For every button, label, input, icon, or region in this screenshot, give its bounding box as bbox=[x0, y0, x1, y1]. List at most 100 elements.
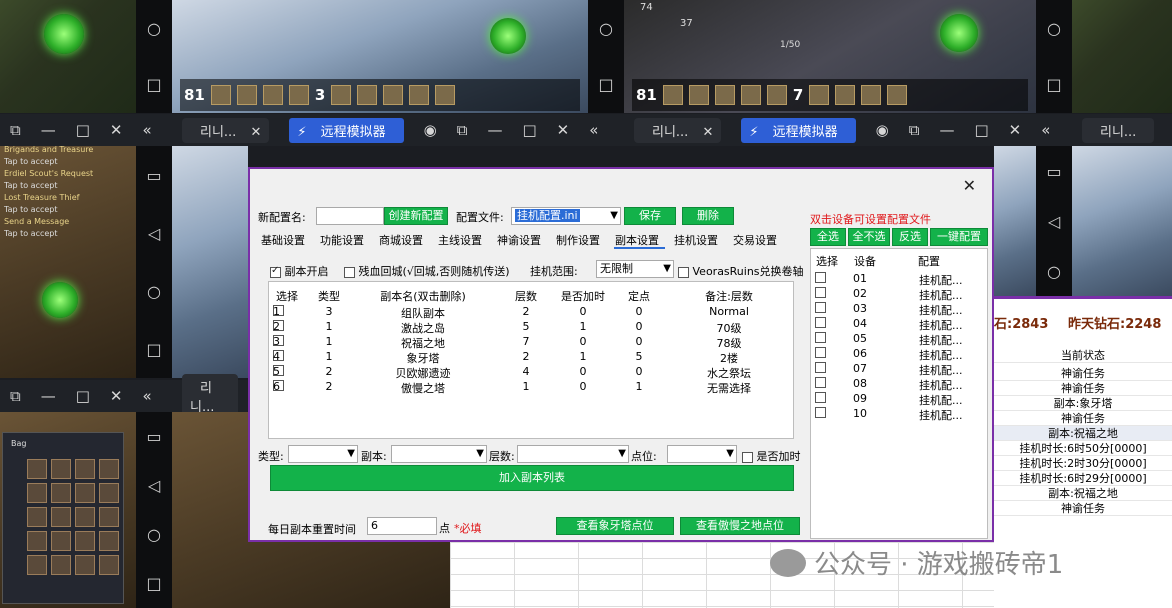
device-row[interactable]: 01 挂机配... bbox=[811, 272, 987, 287]
close-icon[interactable]: ✕ bbox=[557, 121, 570, 139]
device-checkbox[interactable] bbox=[815, 302, 826, 313]
reset-time-input[interactable]: 6 bbox=[367, 517, 437, 535]
device-row[interactable]: 06 挂机配... bbox=[811, 347, 987, 362]
view-ivory-tower-button[interactable]: 查看象牙塔点位 bbox=[556, 517, 674, 535]
user-icon[interactable]: ◉ bbox=[424, 121, 437, 139]
close-icon[interactable]: ✕ bbox=[110, 121, 123, 139]
table-row[interactable]: 5 2 贝欧娜遗迹 4 0 0 水之祭坛 bbox=[269, 365, 793, 380]
minimize-icon[interactable]: — bbox=[41, 387, 56, 405]
tab-basic[interactable]: 基础设置 bbox=[260, 233, 311, 249]
veoras-option[interactable]: VeorasRuins兑换卷轴 bbox=[678, 263, 804, 279]
device-checkbox[interactable] bbox=[815, 347, 826, 358]
remote-emulator-button[interactable]: ⚡ 远程模拟器 bbox=[741, 117, 856, 143]
device-checkbox[interactable] bbox=[815, 287, 826, 298]
device-row[interactable]: 09 挂机配... bbox=[811, 392, 987, 407]
row-type: 3 bbox=[325, 305, 333, 318]
device-config: 挂机配... bbox=[919, 274, 963, 287]
tab-shop[interactable]: 商城设置 bbox=[378, 233, 429, 249]
add-dungeon-button[interactable]: 加入副本列表 bbox=[270, 465, 794, 491]
device-checkbox[interactable] bbox=[815, 362, 826, 373]
remote-emulator-button[interactable]: ⚡ 远程模拟器 bbox=[289, 117, 404, 143]
low-hp-checkbox[interactable] bbox=[344, 266, 355, 278]
table-row[interactable]: 2 1 激战之岛 5 1 0 70级 bbox=[269, 320, 793, 335]
dungeon-filter-select[interactable]: ▼ bbox=[391, 445, 487, 463]
device-row[interactable]: 07 挂机配... bbox=[811, 362, 987, 377]
tab-trade[interactable]: 交易设置 bbox=[732, 233, 783, 249]
floors-filter-select[interactable]: ▼ bbox=[517, 445, 629, 463]
minimize-icon[interactable]: — bbox=[939, 121, 954, 139]
collapse-icon[interactable]: « bbox=[589, 121, 598, 139]
dungeon-enabled-checkbox[interactable] bbox=[270, 265, 281, 278]
veoras-checkbox[interactable] bbox=[678, 266, 689, 278]
device-row[interactable]: 10 挂机配... bbox=[811, 407, 987, 422]
one-click-config-button[interactable]: 一键配置 bbox=[930, 228, 988, 246]
table-row[interactable]: 1 3 组队副本 2 0 0 Normal bbox=[269, 305, 793, 320]
pin-icon[interactable]: ⧉ bbox=[457, 121, 468, 139]
app-tab[interactable]: 리니... ✕ bbox=[182, 117, 270, 143]
app-tab[interactable]: 리니... bbox=[1082, 117, 1155, 143]
device-checkbox[interactable] bbox=[815, 332, 826, 343]
hud-bar: 81 3 bbox=[180, 79, 580, 111]
save-button[interactable]: 保存 bbox=[624, 207, 676, 225]
collapse-icon[interactable]: « bbox=[142, 121, 151, 139]
device-row[interactable]: 02 挂机配... bbox=[811, 287, 987, 302]
maximize-icon[interactable]: □ bbox=[76, 121, 90, 139]
device-row[interactable]: 03 挂机配... bbox=[811, 302, 987, 317]
app-tab[interactable]: 리니... ✕ bbox=[634, 117, 722, 143]
delete-button[interactable]: 删除 bbox=[682, 207, 734, 225]
close-icon[interactable]: ✕ bbox=[1009, 121, 1022, 139]
close-icon[interactable]: ✕ bbox=[963, 176, 976, 195]
tab-idle[interactable]: 挂机设置 bbox=[673, 233, 724, 249]
quest-line: Tap to accept bbox=[4, 157, 58, 166]
close-icon[interactable]: ✕ bbox=[110, 387, 123, 405]
device-checkbox[interactable] bbox=[815, 407, 826, 418]
user-icon[interactable]: ◉ bbox=[876, 121, 889, 139]
row-point: 0 bbox=[635, 305, 643, 318]
pin-icon[interactable]: ⧉ bbox=[10, 387, 21, 405]
table-row[interactable]: 6 2 傲慢之塔 1 0 1 无需选择 bbox=[269, 380, 793, 395]
tab-oracle[interactable]: 神谕设置 bbox=[496, 233, 547, 249]
dungeon-enabled-option[interactable]: 副本开启 bbox=[270, 263, 329, 279]
minimize-icon[interactable]: — bbox=[41, 121, 56, 139]
device-row[interactable]: 04 挂机配... bbox=[811, 317, 987, 332]
table-row[interactable]: 3 1 祝福之地 7 0 0 78级 bbox=[269, 335, 793, 350]
invert-selection-button[interactable]: 反选 bbox=[892, 228, 928, 246]
device-row[interactable]: 05 挂机配... bbox=[811, 332, 987, 347]
device-id: 01 bbox=[853, 272, 867, 285]
tab-dungeon[interactable]: 副本设置 bbox=[614, 233, 665, 249]
collapse-icon[interactable]: « bbox=[142, 387, 151, 405]
view-pride-points-button[interactable]: 查看傲慢之地点位 bbox=[680, 517, 800, 535]
table-row[interactable]: 4 1 象牙塔 2 1 5 2楼 bbox=[269, 350, 793, 365]
pin-icon[interactable]: ⧉ bbox=[10, 121, 21, 139]
quest-line: Tap to accept bbox=[4, 205, 58, 214]
maximize-icon[interactable]: □ bbox=[974, 121, 988, 139]
type-filter-select[interactable]: ▼ bbox=[288, 445, 358, 463]
maximize-icon[interactable]: □ bbox=[522, 121, 536, 139]
collapse-icon[interactable]: « bbox=[1041, 121, 1050, 139]
point-filter-select[interactable]: ▼ bbox=[667, 445, 737, 463]
device-checkbox[interactable] bbox=[815, 392, 826, 403]
dungeon-table: 选择 类型 副本名(双击删除) 层数 是否加时 定点 备注:层数 1 3 组队副… bbox=[268, 281, 794, 439]
device-checkbox[interactable] bbox=[815, 377, 826, 388]
pin-icon[interactable]: ⧉ bbox=[909, 121, 920, 139]
device-checkbox[interactable] bbox=[815, 272, 826, 283]
new-config-label: 新配置名: bbox=[258, 211, 306, 224]
device-checkbox[interactable] bbox=[815, 317, 826, 328]
range-select[interactable]: 无限制 ▼ bbox=[596, 260, 674, 278]
tab-main-quest[interactable]: 主线设置 bbox=[437, 233, 488, 249]
device-row[interactable]: 08 挂机配... bbox=[811, 377, 987, 392]
tab-function[interactable]: 功能设置 bbox=[319, 233, 370, 249]
minimize-icon[interactable]: — bbox=[487, 121, 502, 139]
select-all-button[interactable]: 全选 bbox=[810, 228, 846, 246]
config-file-select[interactable]: 挂机配置.ini ▼ bbox=[511, 207, 621, 225]
low-hp-option[interactable]: 残血回城(√回城,否则随机传送) bbox=[344, 263, 510, 279]
tab-crafting[interactable]: 制作设置 bbox=[555, 233, 606, 249]
maximize-icon[interactable]: □ bbox=[76, 387, 90, 405]
row-type: 2 bbox=[325, 365, 333, 378]
extra-time-option[interactable]: 是否加时 bbox=[742, 448, 801, 464]
low-hp-label: 残血回城(√回城,否则随机传送) bbox=[358, 265, 510, 278]
new-config-input[interactable] bbox=[316, 207, 384, 225]
create-config-button[interactable]: 创建新配置 bbox=[384, 207, 448, 225]
select-none-button[interactable]: 全不选 bbox=[848, 228, 890, 246]
extra-time-checkbox[interactable] bbox=[742, 451, 753, 463]
